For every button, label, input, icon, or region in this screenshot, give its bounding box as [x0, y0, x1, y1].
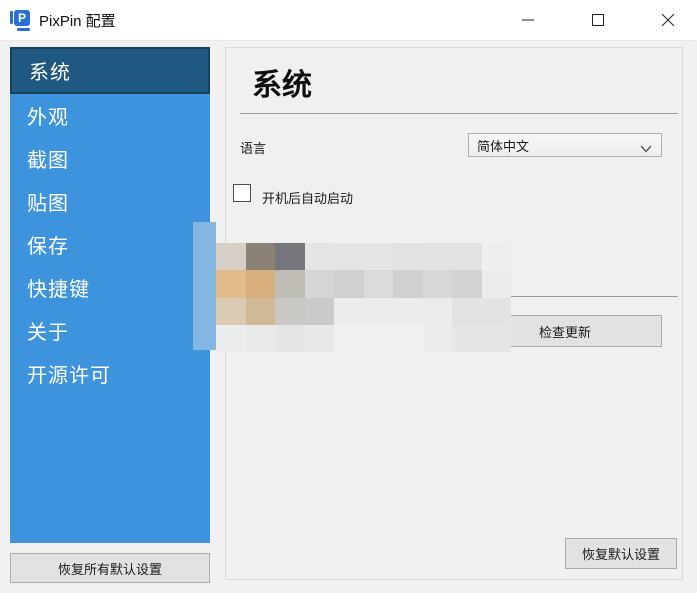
mosaic-cell: [363, 243, 393, 271]
mosaic-cell: [363, 297, 393, 325]
close-button[interactable]: [645, 0, 691, 40]
restore-all-defaults-button[interactable]: 恢复所有默认设置: [10, 553, 210, 583]
mosaic-cell: [422, 270, 452, 298]
mosaic-cell: [245, 243, 275, 271]
mosaic-cell: [216, 324, 246, 352]
autostart-label: 开机后自动启动: [262, 191, 354, 206]
mosaic-cell: [481, 297, 511, 325]
mosaic-cell: [452, 297, 482, 325]
sidebar-item-label: 关于: [27, 322, 69, 344]
restore-defaults-button[interactable]: 恢复默认设置: [565, 538, 677, 569]
sidebar-item-appearance[interactable]: 外观: [10, 94, 210, 137]
mosaic-cell: [304, 270, 334, 298]
heading-divider: [240, 113, 678, 114]
mosaic-cell: [393, 324, 423, 352]
mosaic-cell: [422, 243, 452, 271]
mosaic-cell: [393, 243, 423, 271]
sidebar-item-open-source-license[interactable]: 开源许可: [10, 352, 210, 395]
language-dropdown[interactable]: 简体中文: [468, 133, 662, 157]
minimize-button[interactable]: [505, 0, 551, 40]
mosaic-cell: [245, 324, 275, 352]
mosaic-cell: [481, 243, 511, 271]
autostart-checkbox[interactable]: [233, 184, 251, 202]
mosaic-cell: [275, 243, 305, 271]
titlebar: P PixPin 配置: [0, 0, 697, 41]
mosaic-cell: [245, 297, 275, 325]
mosaic-cell: [393, 297, 423, 325]
sidebar-item-system[interactable]: 系统: [10, 47, 210, 94]
mosaic-cell: [363, 270, 393, 298]
mosaic-cell: [481, 270, 511, 298]
mosaic-cell: [393, 270, 423, 298]
mosaic-cell: [363, 324, 393, 352]
pixpin-app-icon: P: [10, 9, 32, 31]
sidebar-item-about[interactable]: 关于: [10, 309, 210, 352]
page-title: 系统: [252, 69, 312, 102]
mosaic-cell: [422, 324, 452, 352]
sidebar-item-label: 外观: [27, 107, 69, 129]
chevron-down-icon: [640, 141, 652, 156]
sidebar-item-label: 系统: [29, 62, 71, 84]
mosaic-cell: [275, 270, 305, 298]
censored-mosaic-strip: [193, 222, 216, 350]
mosaic-cell: [216, 297, 246, 325]
mosaic-cell: [216, 243, 246, 271]
sidebar-item-label: 贴图: [27, 193, 69, 215]
mosaic-cell: [422, 297, 452, 325]
sidebar-item-screenshot[interactable]: 截图: [10, 137, 210, 180]
mosaic-cell: [216, 270, 246, 298]
mosaic-cell: [275, 297, 305, 325]
mosaic-cell: [334, 270, 364, 298]
censored-mosaic-region: [216, 243, 511, 352]
mosaic-cell: [481, 324, 511, 352]
language-label: 语言: [240, 141, 267, 156]
mosaic-cell: [304, 324, 334, 352]
maximize-button[interactable]: [575, 0, 621, 40]
mosaic-cell: [452, 324, 482, 352]
mosaic-cell: [334, 243, 364, 271]
mosaic-cell: [275, 324, 305, 352]
sidebar-item-label: 开源许可: [27, 365, 111, 387]
mosaic-cell: [304, 243, 334, 271]
sidebar-item-label: 快捷键: [27, 279, 90, 301]
sidebar-item-pin-image[interactable]: 贴图: [10, 180, 210, 223]
sidebar-item-label: 保存: [27, 236, 69, 258]
mosaic-cell: [245, 270, 275, 298]
mosaic-cell: [452, 270, 482, 298]
mosaic-cell: [304, 297, 334, 325]
mosaic-cell: [452, 243, 482, 271]
language-selected-value: 简体中文: [477, 138, 530, 154]
window-title: PixPin 配置: [39, 12, 116, 30]
sidebar-item-label: 截图: [27, 150, 69, 172]
sidebar-item-shortcuts[interactable]: 快捷键: [10, 266, 210, 309]
sidebar-item-save[interactable]: 保存: [10, 223, 210, 266]
settings-sidebar: 系统 外观 截图 贴图 保存 快捷键 关于 开源许可: [10, 47, 210, 543]
mosaic-cell: [334, 324, 364, 352]
mosaic-cell: [334, 297, 364, 325]
